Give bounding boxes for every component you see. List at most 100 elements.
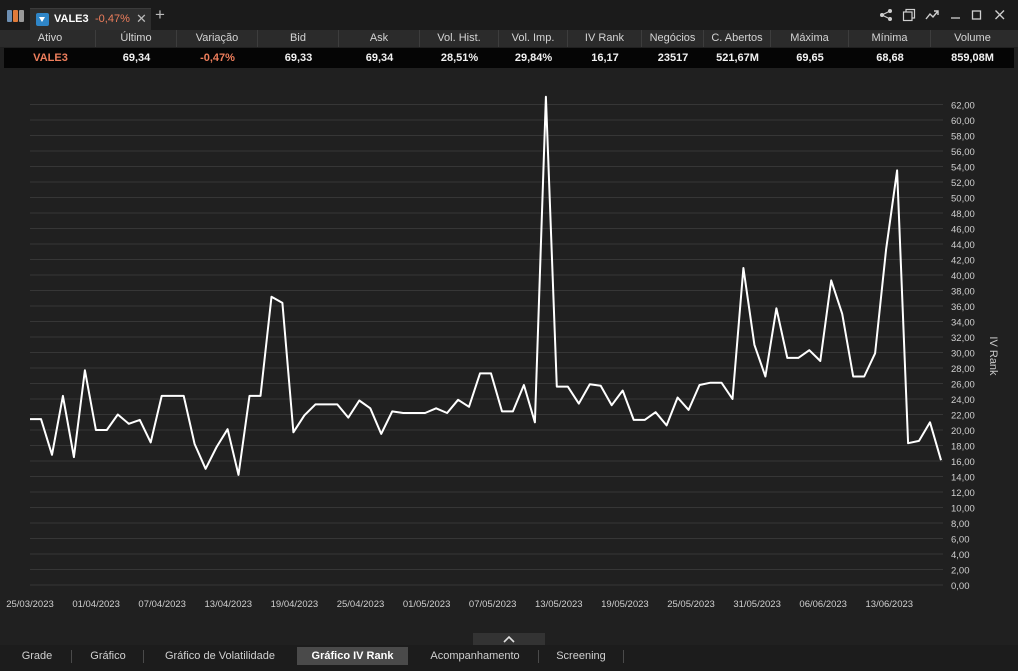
header-ultimo[interactable]: Último xyxy=(96,30,177,47)
y-tick-label: 4,00 xyxy=(951,550,970,561)
y-tick-label: 0,00 xyxy=(951,581,970,592)
x-tick-label: 19/04/2023 xyxy=(271,599,319,610)
y-tick-label: 52,00 xyxy=(951,178,975,189)
tab-grafico-volatilidade[interactable]: Gráfico de Volatilidade xyxy=(155,647,285,665)
header-vol-imp[interactable]: Vol. Imp. xyxy=(499,30,568,47)
header-iv-rank[interactable]: IV Rank xyxy=(568,30,642,47)
tab-separator xyxy=(71,650,72,663)
x-tick-label: 25/05/2023 xyxy=(667,599,715,610)
y-tick-label: 62,00 xyxy=(951,101,975,112)
cell-ativo: VALE3 xyxy=(33,52,68,64)
y-tick-label: 56,00 xyxy=(951,147,975,158)
x-tick-label: 13/04/2023 xyxy=(205,599,253,610)
chevron-up-icon xyxy=(503,635,515,643)
x-tick-label: 07/05/2023 xyxy=(469,599,517,610)
y-tick-label: 42,00 xyxy=(951,256,975,267)
y-tick-label: 6,00 xyxy=(951,535,970,546)
header-variacao[interactable]: Variação xyxy=(177,30,258,47)
y-tick-label: 50,00 xyxy=(951,194,975,205)
x-tick-label: 25/03/2023 xyxy=(6,599,54,610)
cell-bid: 69,33 xyxy=(284,52,313,64)
cell-volume: 859,08M xyxy=(951,52,994,64)
x-tick-label: 31/05/2023 xyxy=(733,599,781,610)
cell-iv-rank: 16,17 xyxy=(591,52,619,64)
y-tick-label: 32,00 xyxy=(951,333,975,344)
quote-row[interactable]: VALE3 69,34 -0,47% 69,33 69,34 28,51% 29… xyxy=(4,48,1014,68)
y-tick-label: 16,00 xyxy=(951,457,975,468)
x-tick-label: 25/04/2023 xyxy=(337,599,385,610)
add-tab-icon[interactable]: + xyxy=(155,6,165,23)
y-tick-label: 24,00 xyxy=(951,395,975,406)
tab-change: -0,47% xyxy=(95,13,130,25)
cell-c-abertos: 521,67M xyxy=(716,52,759,64)
tab-screening[interactable]: Screening xyxy=(546,647,616,665)
tab-grafico[interactable]: Gráfico xyxy=(80,647,136,665)
tab-acompanhamento[interactable]: Acompanhamento xyxy=(420,647,530,665)
y-tick-label: 8,00 xyxy=(951,519,970,530)
cell-vol-imp: 29,84% xyxy=(514,52,553,64)
tab-separator xyxy=(538,650,539,663)
header-bid[interactable]: Bid xyxy=(258,30,339,47)
y-tick-label: 36,00 xyxy=(951,302,975,313)
y-tick-label: 2,00 xyxy=(951,566,970,577)
minimize-icon[interactable] xyxy=(950,8,962,22)
y-tick-label: 40,00 xyxy=(951,271,975,282)
tab-separator xyxy=(623,650,624,663)
cell-ultimo: 69,34 xyxy=(122,52,151,64)
tab-grafico-iv-rank[interactable]: Gráfico IV Rank xyxy=(297,647,408,665)
y-tick-label: 20,00 xyxy=(951,426,975,437)
iv-rank-series-line xyxy=(30,95,942,476)
share-icon[interactable] xyxy=(879,8,893,22)
bottom-tab-bar: Grade Gráfico Gráfico de Volatilidade Gr… xyxy=(0,645,1018,671)
maximize-icon[interactable] xyxy=(971,8,983,22)
y-tick-label: 34,00 xyxy=(951,318,975,329)
app-logo-icon xyxy=(7,10,25,22)
header-vol-hist[interactable]: Vol. Hist. xyxy=(420,30,499,47)
y-tick-label: 12,00 xyxy=(951,488,975,499)
tab-symbol: VALE3 xyxy=(54,13,89,25)
tab-grade[interactable]: Grade xyxy=(10,647,64,665)
y-tick-label: 38,00 xyxy=(951,287,975,298)
close-tab-icon[interactable]: ✕ xyxy=(136,11,147,27)
y-tick-label: 48,00 xyxy=(951,209,975,220)
x-tick-label: 06/06/2023 xyxy=(799,599,847,610)
quote-table-header: Ativo Último Variação Bid Ask Vol. Hist.… xyxy=(0,30,1018,47)
iv-rank-chart[interactable]: 0,00 2,00 4,00 6,00 8,00 10,00 12,00 14,00 16,00… xyxy=(0,70,1018,615)
x-tick-label: 13/06/2023 xyxy=(866,599,914,610)
asset-tab[interactable]: VALE3 -0,47% ✕ xyxy=(30,8,151,30)
header-minima[interactable]: Mínima xyxy=(849,30,931,47)
header-volume[interactable]: Volume xyxy=(931,30,1014,47)
popout-icon[interactable] xyxy=(902,8,916,22)
header-maxima[interactable]: Máxima xyxy=(771,30,849,47)
x-tick-label: 19/05/2023 xyxy=(601,599,649,610)
y-tick-label: 10,00 xyxy=(951,504,975,515)
y-axis-label: IV Rank xyxy=(987,336,999,376)
x-tick-label: 01/05/2023 xyxy=(403,599,451,610)
title-bar: VALE3 -0,47% ✕ + xyxy=(0,0,1018,30)
header-ativo[interactable]: Ativo xyxy=(5,30,96,47)
cell-minima: 68,68 xyxy=(876,52,904,64)
y-tick-label: 28,00 xyxy=(951,364,975,375)
header-ask[interactable]: Ask xyxy=(339,30,420,47)
y-tick-label: 26,00 xyxy=(951,380,975,391)
header-c-abertos[interactable]: C. Abertos xyxy=(704,30,771,47)
trend-icon[interactable] xyxy=(925,8,940,22)
vale-logo-icon xyxy=(36,13,49,26)
x-tick-label: 07/04/2023 xyxy=(138,599,186,610)
tab-separator xyxy=(143,650,144,663)
y-tick-label: 18,00 xyxy=(951,442,975,453)
header-negocios[interactable]: Negócios xyxy=(642,30,704,47)
y-tick-label: 46,00 xyxy=(951,225,975,236)
y-tick-label: 14,00 xyxy=(951,473,975,484)
y-tick-label: 22,00 xyxy=(951,411,975,422)
y-tick-label: 54,00 xyxy=(951,163,975,174)
y-tick-label: 30,00 xyxy=(951,349,975,360)
cell-maxima: 69,65 xyxy=(796,52,824,64)
cell-vol-hist: 28,51% xyxy=(440,52,479,64)
y-tick-label: 58,00 xyxy=(951,132,975,143)
y-tick-label: 44,00 xyxy=(951,240,975,251)
cell-variacao: -0,47% xyxy=(200,52,235,64)
collapse-panel-handle[interactable] xyxy=(473,633,545,645)
x-tick-label: 01/04/2023 xyxy=(72,599,120,610)
close-window-icon[interactable] xyxy=(994,8,1006,22)
